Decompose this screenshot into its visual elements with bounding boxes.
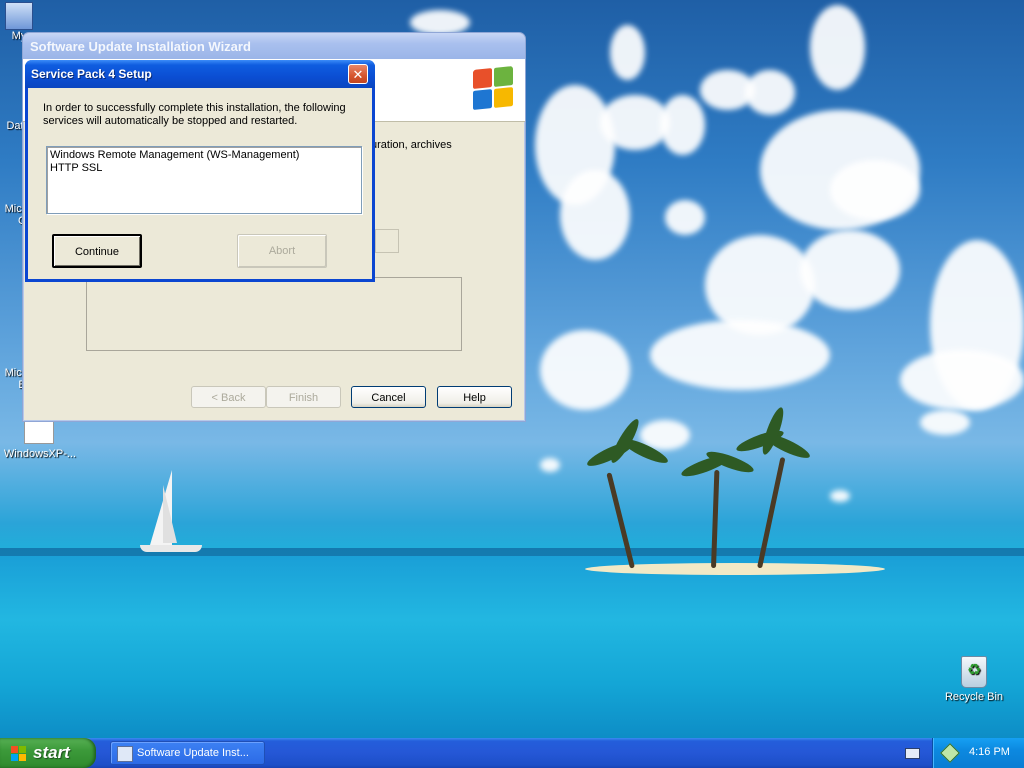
- list-item: HTTP SSL: [50, 162, 103, 174]
- start-label: start: [33, 743, 70, 762]
- windows-flag-icon: [11, 746, 27, 761]
- continue-button[interactable]: Continue: [52, 234, 142, 268]
- sea-background: [0, 556, 1024, 738]
- system-tray: 4:16 PM: [932, 738, 1024, 768]
- services-list[interactable]: Windows Remote Management (WS-Management…: [46, 146, 362, 214]
- windows-logo-icon: [471, 66, 515, 111]
- folder-icon: [24, 420, 54, 444]
- clock[interactable]: 4:16 PM: [969, 746, 1010, 758]
- wizard-body-text: uration, archives: [371, 139, 452, 151]
- desktop-icon-recycle-bin[interactable]: ♻ Recycle Bin: [940, 656, 1008, 703]
- wizard-titlebar[interactable]: Software Update Installation Wizard: [23, 33, 525, 59]
- cancel-button[interactable]: Cancel: [351, 386, 426, 408]
- computer-icon: [5, 2, 33, 30]
- abort-button[interactable]: Abort: [237, 234, 327, 268]
- taskbar-item-update-wizard[interactable]: Software Update Inst...: [110, 741, 265, 765]
- keyboard-icon[interactable]: [905, 748, 920, 759]
- recycle-bin-icon: ♻: [961, 656, 987, 688]
- network-icon[interactable]: [940, 743, 960, 763]
- wizard-title: Software Update Installation Wizard: [30, 39, 251, 54]
- finish-button[interactable]: Finish: [266, 386, 341, 408]
- back-button[interactable]: < Back: [191, 386, 266, 408]
- dialog-title: Service Pack 4 Setup: [31, 67, 152, 81]
- dialog-message: In order to successfully complete this i…: [43, 102, 346, 127]
- close-button[interactable]: ✕: [348, 64, 368, 84]
- wizard-progress-field: [375, 229, 399, 253]
- sailboat: [140, 460, 205, 560]
- list-item: Windows Remote Management (WS-Management…: [50, 149, 300, 161]
- help-button[interactable]: Help: [437, 386, 512, 408]
- wizard-details-panel: [86, 277, 462, 351]
- desktop-icon-windowsxp[interactable]: WindowsXP-...: [2, 420, 78, 460]
- start-button[interactable]: start: [0, 738, 96, 768]
- setup-icon: [117, 746, 133, 762]
- close-icon: ✕: [352, 67, 364, 82]
- dialog-titlebar[interactable]: Service Pack 4 Setup ✕: [25, 60, 375, 88]
- taskbar: start Software Update Inst... 4:16 PM: [0, 738, 1024, 768]
- service-pack-dialog: Service Pack 4 Setup ✕ In order to succe…: [25, 60, 375, 282]
